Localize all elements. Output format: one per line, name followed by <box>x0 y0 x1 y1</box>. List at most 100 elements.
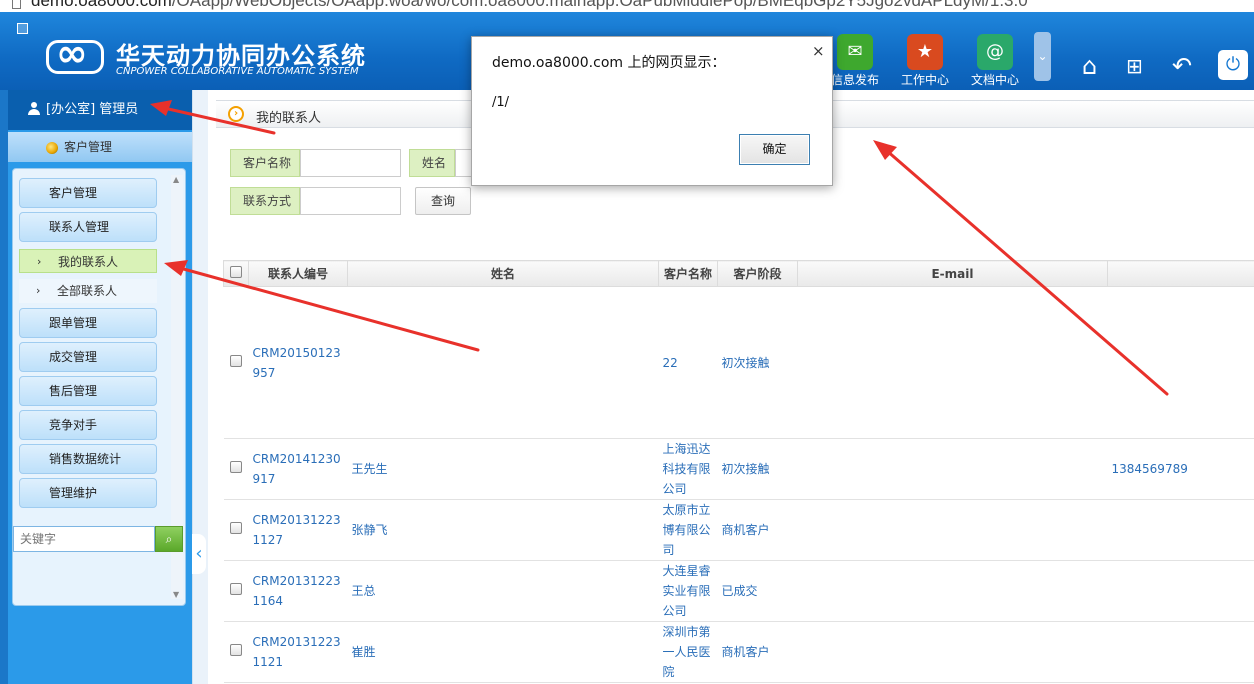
row-select[interactable] <box>223 499 249 561</box>
tool-label: 工作中心 <box>900 73 949 87</box>
contact-id-cell[interactable]: CRM201312231127 <box>248 499 348 561</box>
nav-subitem-all-contacts[interactable]: › 全部联系人 <box>19 279 157 303</box>
contacts-table-wrapper: 联系人编号 姓名 客户名称 客户阶段 E-mail 移动 CRM20150123… <box>223 260 1254 684</box>
table-row[interactable]: CRM201312231121 崔胜 深圳市第一人民医院 商机客户 <box>223 621 1254 683</box>
contact-input[interactable] <box>300 187 401 215</box>
nav-item-maintenance[interactable]: 管理维护 <box>19 478 157 508</box>
tool-info-publish[interactable]: ✉ 信息发布 <box>826 34 884 88</box>
contact-name-cell[interactable]: 王总 <box>347 560 659 622</box>
stage-cell: 已成交 <box>717 560 798 622</box>
home-icon[interactable]: ⌂ <box>1082 52 1097 80</box>
row-checkbox[interactable] <box>230 461 242 473</box>
nav-label: 售后管理 <box>49 384 98 398</box>
nav-label: 竞争对手 <box>49 418 98 432</box>
user-icon <box>28 102 40 115</box>
keyword-search-input[interactable] <box>13 526 155 552</box>
customer-name-cell[interactable]: 大连星睿实业有限公司 <box>658 560 718 622</box>
customer-name-cell[interactable]: 太原市立博有限公司 <box>658 499 718 561</box>
power-icon[interactable]: ⏻ <box>1218 50 1248 80</box>
row-checkbox[interactable] <box>230 583 242 595</box>
table-row[interactable]: CRM201312231164 王总 大连星睿实业有限公司 已成交 <box>223 560 1254 622</box>
contacts-table: 联系人编号 姓名 客户名称 客户阶段 E-mail 移动 CRM20150123… <box>223 260 1254 683</box>
customer-name-input[interactable] <box>300 149 401 177</box>
tool-doc-center[interactable]: @ 文档中心 <box>966 34 1024 88</box>
customer-name-cell[interactable]: 上海迅达科技有限公司 <box>658 438 718 500</box>
close-icon[interactable]: × <box>812 42 825 60</box>
chevron-right-icon: › <box>37 255 42 268</box>
nav-label: 我的联系人 <box>58 255 119 269</box>
column-header[interactable]: 姓名 <box>347 260 659 287</box>
filter-customer-name: 客户名称 <box>230 149 401 177</box>
contact-id-cell[interactable]: CRM201312231164 <box>248 560 348 622</box>
url-text[interactable]: demo.oa8000.com/OAapp/WebObjects/OAapp.w… <box>31 0 1028 11</box>
document-book-icon: @ <box>977 34 1013 70</box>
chevron-left-icon: ‹ <box>195 543 203 564</box>
scroll-up-icon[interactable]: ▲ <box>173 175 179 184</box>
undo-icon[interactable]: ↶ <box>1172 52 1192 80</box>
orb-icon <box>46 142 58 154</box>
row-select[interactable] <box>223 286 249 439</box>
scroll-down-icon[interactable]: ▼ <box>173 590 179 599</box>
nav-item-follow-up[interactable]: 跟单管理 <box>19 308 157 338</box>
tool-label: 文档中心 <box>970 73 1019 87</box>
query-button[interactable]: 查询 <box>415 187 471 215</box>
column-header[interactable]: 联系人编号 <box>248 260 348 287</box>
row-select[interactable] <box>223 621 249 683</box>
nav-item-contact-mgmt[interactable]: 联系人管理 <box>19 212 157 242</box>
contact-id-cell[interactable]: CRM20141230917 <box>248 438 348 500</box>
nav-label: 全部联系人 <box>57 284 118 298</box>
row-checkbox[interactable] <box>230 522 242 534</box>
name-label: 姓名 <box>409 149 455 177</box>
contact-name-cell[interactable]: 崔胜 <box>347 621 659 683</box>
select-all-header[interactable] <box>223 260 249 287</box>
email-cell <box>797 286 1108 439</box>
star-icon: ★ <box>907 34 943 70</box>
contact-id-cell[interactable]: CRM201312231121 <box>248 621 348 683</box>
search-icon[interactable]: ⌕ <box>155 526 183 552</box>
grid-icon[interactable]: ⊞ <box>1126 52 1143 80</box>
nav-label: 管理维护 <box>49 486 98 500</box>
email-cell <box>797 621 1108 683</box>
tool-work-center[interactable]: ★ 工作中心 <box>896 34 954 88</box>
row-checkbox[interactable] <box>230 644 242 656</box>
contact-name-cell[interactable]: 张静飞 <box>347 499 659 561</box>
app-subtitle: CNPOWER COLLABORATIVE AUTOMATIC SYSTEM <box>116 66 359 77</box>
table-row[interactable]: CRM20150123957 22 初次接触 <box>223 286 1254 439</box>
select-all-checkbox[interactable] <box>230 266 242 278</box>
browser-address-bar[interactable]: demo.oa8000.com/OAapp/WebObjects/OAapp.w… <box>0 0 1254 12</box>
ok-button[interactable]: 确定 <box>739 134 810 165</box>
row-select[interactable] <box>223 438 249 500</box>
mobile-cell: 1384569789 <box>1107 438 1254 500</box>
more-tools-button[interactable]: ⌄ <box>1034 32 1051 81</box>
collapse-sidebar-button[interactable]: ‹ <box>192 534 206 574</box>
customer-name-cell[interactable]: 22 <box>658 286 718 439</box>
nav-subitem-my-contacts[interactable]: › 我的联系人 <box>19 249 157 273</box>
filter-contact: 联系方式 <box>230 187 401 215</box>
contact-name-cell[interactable]: 王先生 <box>347 438 659 500</box>
chevron-right-icon: › <box>36 284 41 297</box>
nav-item-customer-mgmt[interactable]: 客户管理 <box>19 178 157 208</box>
nav-item-deals[interactable]: 成交管理 <box>19 342 157 372</box>
row-select[interactable] <box>223 560 249 622</box>
nav-item-after-sales[interactable]: 售后管理 <box>19 376 157 406</box>
contact-id-cell[interactable]: CRM20150123957 <box>248 286 348 439</box>
column-header[interactable]: E-mail <box>797 260 1108 287</box>
nav-item-sales-stats[interactable]: 销售数据统计 <box>19 444 157 474</box>
table-row[interactable]: CRM201312231127 张静飞 太原市立博有限公司 商机客户 <box>223 499 1254 561</box>
mobile-cell <box>1107 499 1254 561</box>
column-header[interactable]: 客户阶段 <box>717 260 798 287</box>
page-title: 我的联系人 <box>256 111 322 126</box>
stage-cell: 商机客户 <box>717 499 798 561</box>
contact-name-cell[interactable] <box>347 286 659 439</box>
customer-name-label: 客户名称 <box>230 149 300 177</box>
stage-cell: 初次接触 <box>717 286 798 439</box>
module-header[interactable]: 客户管理 <box>8 132 192 162</box>
row-checkbox[interactable] <box>230 354 242 367</box>
column-header[interactable]: 移动 <box>1107 260 1254 287</box>
mobile-cell <box>1107 286 1254 439</box>
arrow-right-circle-icon: › <box>228 106 244 122</box>
nav-item-competitors[interactable]: 竞争对手 <box>19 410 157 440</box>
table-row[interactable]: CRM20141230917 王先生 上海迅达科技有限公司 初次接触 13845… <box>223 438 1254 500</box>
column-header[interactable]: 客户名称 <box>658 260 718 287</box>
customer-name-cell[interactable]: 深圳市第一人民医院 <box>658 621 718 683</box>
